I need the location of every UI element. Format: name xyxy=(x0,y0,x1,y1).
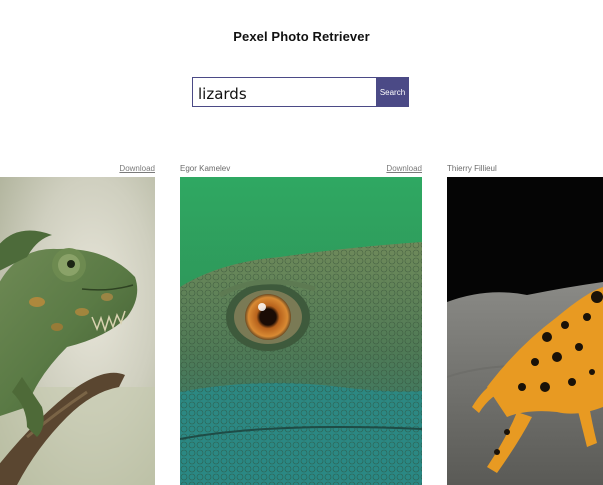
photo-card: Egor Kamelev Download xyxy=(180,162,422,485)
download-link[interactable]: Download xyxy=(386,164,422,173)
photo-card-header: Thierry Fillieul xyxy=(447,162,603,177)
download-link[interactable]: Download xyxy=(119,164,155,173)
orange-frog-photo[interactable] xyxy=(447,177,603,485)
app-root: Pexel Photo Retriever Search Download xyxy=(0,0,603,485)
photo-card-header: Egor Kamelev Download xyxy=(180,162,422,177)
search-input[interactable] xyxy=(192,77,376,107)
photo-card-header: Download xyxy=(0,162,155,177)
page-title: Pexel Photo Retriever xyxy=(233,29,370,44)
photo-author: Thierry Fillieul xyxy=(447,164,497,173)
photo-card: Download xyxy=(0,162,155,485)
photo-author: Egor Kamelev xyxy=(180,164,231,173)
chameleon-photo[interactable] xyxy=(0,177,155,485)
photo-card: Thierry Fillieul xyxy=(447,162,603,485)
search-bar: Search xyxy=(192,77,409,107)
search-button[interactable]: Search xyxy=(376,77,409,107)
lizard-eye-photo[interactable] xyxy=(180,177,422,485)
